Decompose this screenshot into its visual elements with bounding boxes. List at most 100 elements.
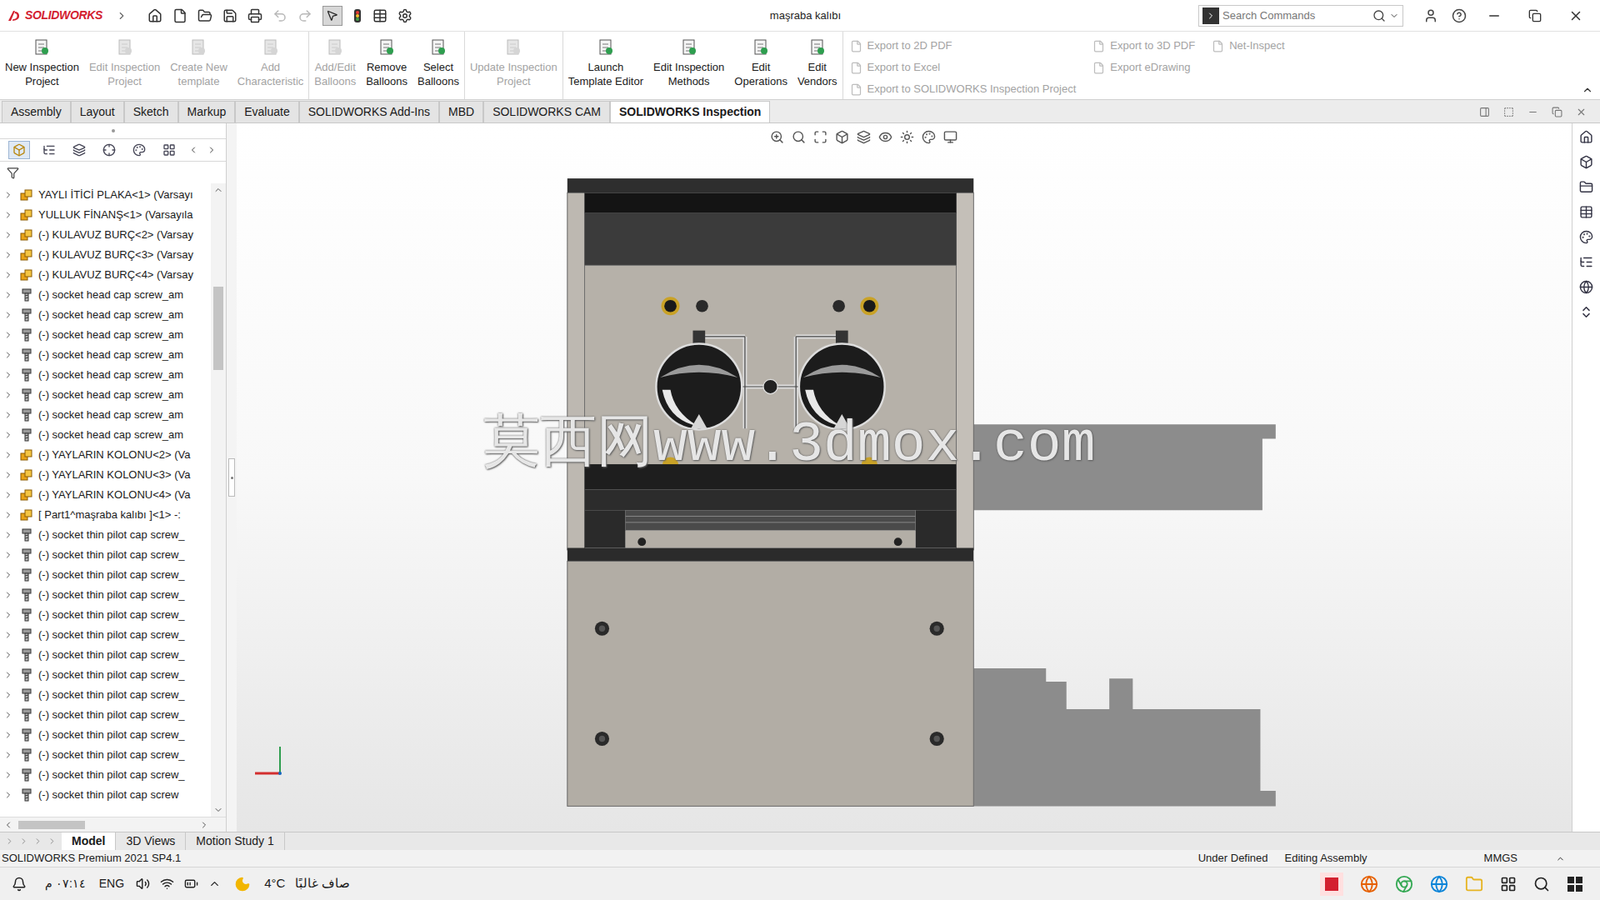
task-pane-icon[interactable] [1579,305,1594,320]
ribbon-button[interactable]: Edit InspectionMethods [648,31,730,100]
tab-scroll-icon[interactable] [19,836,29,846]
tree-item[interactable]: (-) socket thin pilot cap screw_ [0,725,211,745]
tree-item[interactable]: (-) socket thin pilot cap screw_ [0,685,211,705]
expand-icon[interactable] [3,550,14,560]
view-tool-icon[interactable] [770,130,785,145]
ribbon-button[interactable]: EditVendors [792,31,843,100]
tab[interactable]: SOLIDWORKS CAM [483,100,610,123]
view-tool-icon[interactable] [943,130,958,145]
tray-icon[interactable] [208,877,221,890]
view-tool-icon[interactable] [791,130,806,145]
expand-icon[interactable] [3,790,14,800]
scroll-right-icon[interactable] [206,145,217,155]
quick-tool-icon[interactable] [197,8,213,24]
expand-icon[interactable] [3,610,14,620]
tree-item[interactable]: (-) KULAVUZ BURÇ<2> (Varsay [0,225,211,245]
tree-item[interactable]: (-) socket thin pilot cap screw_ [0,705,211,725]
clock[interactable]: ٠٧:١٤ م [45,875,86,893]
expand-icon[interactable] [3,530,14,540]
task-pane-icon[interactable] [1579,255,1594,270]
expand-icon[interactable] [3,430,14,440]
chrome-icon[interactable] [1395,875,1414,894]
ribbon-button[interactable]: RemoveBalloons [360,31,413,100]
expand-icon[interactable] [3,510,14,520]
expand-icon[interactable] [3,250,14,260]
panel-tab[interactable] [38,140,60,160]
expand-icon[interactable] [3,470,14,480]
panel-tab[interactable] [68,140,90,160]
tree-item[interactable]: (-) socket head cap screw_am [0,305,211,325]
tree-item[interactable]: (-) socket thin pilot cap screw_ [0,585,211,605]
expand-icon[interactable] [3,670,14,680]
expand-icon[interactable] [3,630,14,640]
battery-icon[interactable] [184,876,199,891]
task-view-icon[interactable] [1500,875,1517,893]
view-tool-icon[interactable] [813,130,828,145]
panel-splitter[interactable] [226,123,237,832]
expand-icon[interactable] [3,390,14,400]
tab[interactable]: Layout [70,100,125,123]
search-commands-field[interactable]: Search Commands [1198,5,1404,27]
expand-icon[interactable] [3,770,14,780]
units-menu-icon[interactable] [1555,854,1565,864]
expand-icon[interactable] [3,210,14,220]
vertical-scrollbar[interactable] [210,183,226,817]
menu-arrow-icon[interactable] [115,10,128,22]
volume-icon[interactable] [135,876,150,891]
tab[interactable]: Evaluate [235,100,299,123]
expand-icon[interactable] [3,590,14,600]
panel-tab[interactable] [128,140,150,160]
restore-icon[interactable] [1528,9,1542,23]
tree-item[interactable]: YULLUK FİNANŞ<1> (Varsayıla [0,205,211,225]
file-explorer-icon[interactable] [1465,875,1484,894]
task-pane-icon[interactable] [1579,205,1594,220]
tree-item[interactable]: (-) socket thin pilot cap screw_ [0,765,211,785]
tab[interactable]: SOLIDWORKS Inspection [610,100,770,123]
split-icon[interactable] [1503,106,1515,118]
scroll-thumb[interactable] [213,286,224,370]
doc-close-icon[interactable] [1575,106,1587,118]
task-pane-icon[interactable] [1579,130,1594,145]
tree-item[interactable]: (-) socket thin pilot cap screw [0,785,211,805]
search-taskbar-icon[interactable] [1533,875,1550,893]
expand-icon[interactable] [3,650,14,660]
tree-item[interactable]: (-) socket head cap screw_am [0,365,211,385]
tree-item[interactable]: YAYLI İTİCİ PLAKA<1> (Varsayı [0,185,211,205]
view-tool-icon[interactable] [921,130,936,145]
tab[interactable]: Assembly [1,100,71,123]
tree-item[interactable]: (-) socket thin pilot cap screw_ [0,645,211,665]
filter-icon[interactable] [6,166,20,180]
expand-icon[interactable] [3,290,14,300]
tree-item[interactable]: (-) socket thin pilot cap screw_ [0,745,211,765]
tab[interactable]: Sketch [124,100,179,123]
mold-model[interactable] [236,123,1572,832]
minimize-icon[interactable] [1486,8,1502,24]
tree-item[interactable]: (-) socket thin pilot cap screw_ [0,665,211,685]
options-icon[interactable] [397,8,413,24]
panel-tab[interactable] [98,140,120,160]
tree-item[interactable]: (-) socket head cap screw_am [0,345,211,365]
panel-tab[interactable] [8,140,30,160]
tree-item[interactable]: (-) YAYLARIN KOLONU<3> (Va [0,465,211,485]
edge-icon[interactable] [1430,875,1449,894]
tab[interactable]: MBD [439,100,484,123]
tree-item[interactable]: (-) KULAVUZ BURÇ<3> (Varsay [0,245,211,265]
quick-tool-icon[interactable] [297,8,313,24]
tab-scroll-icon[interactable] [33,836,43,846]
quick-tool-icon[interactable] [147,8,163,24]
expand-icon[interactable] [3,450,14,460]
view-tool-icon[interactable] [900,130,915,145]
tab-scroll-icon[interactable] [47,836,57,846]
file-properties-icon[interactable] [372,8,388,24]
tab[interactable]: SOLIDWORKS Add-Ins [299,100,440,123]
ribbon-button[interactable]: LaunchTemplate Editor [563,31,649,100]
task-pane-icon[interactable] [1579,180,1594,195]
status-item[interactable]: MMGS [1479,850,1523,867]
expand-icon[interactable] [3,690,14,700]
view-tool-icon[interactable] [878,130,893,145]
ribbon-button[interactable]: EditOperations [729,31,793,100]
ribbon-button[interactable]: New InspectionProject [0,31,85,100]
expand-icon[interactable] [3,570,14,580]
account-icon[interactable] [1423,8,1439,24]
tree-item[interactable]: (-) YAYLARIN KOLONU<4> (Va [0,485,211,505]
